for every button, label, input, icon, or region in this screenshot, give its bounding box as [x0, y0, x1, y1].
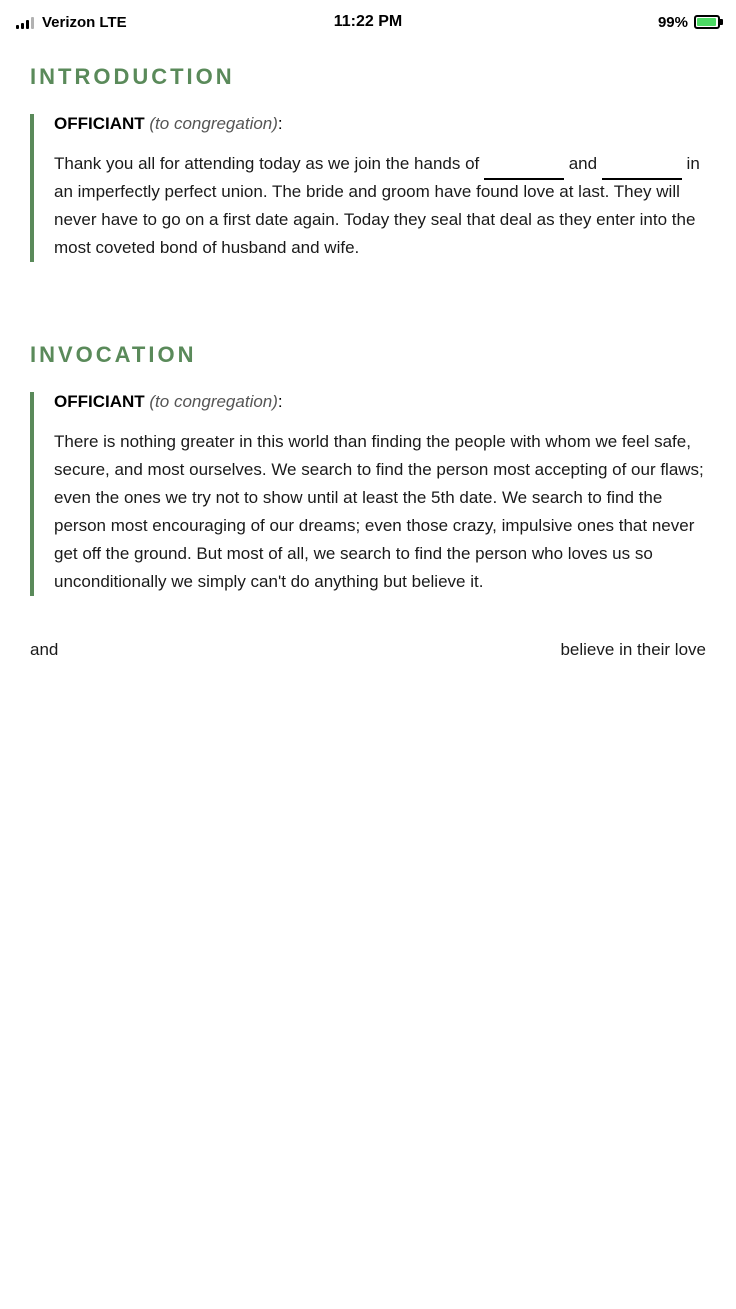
introduction-section: INTRODUCTION OFFICIANT (to congregation)…	[30, 64, 706, 262]
blank-name-2	[602, 150, 682, 180]
blank-name-1	[484, 150, 564, 180]
invocation-speech-block: OFFICIANT (to congregation): There is no…	[30, 392, 706, 596]
introduction-speaker-colon: :	[278, 114, 283, 133]
status-time: 11:22 PM	[334, 13, 402, 31]
invocation-speaker-direction: (to congregation)	[149, 392, 278, 411]
section-gap	[30, 292, 706, 342]
partial-right-text: believe in their love	[560, 636, 706, 664]
invocation-speaker-name: OFFICIANT	[54, 392, 145, 411]
invocation-speaker-label: OFFICIANT (to congregation):	[54, 392, 706, 412]
introduction-speaker-direction: (to congregation)	[149, 114, 278, 133]
partial-bottom-row: and believe in their love	[30, 626, 706, 664]
signal-icon	[16, 15, 34, 29]
battery-percentage: 99%	[658, 14, 688, 31]
introduction-heading: INTRODUCTION	[30, 64, 706, 90]
network-type: LTE	[99, 14, 126, 31]
carrier-name: Verizon	[42, 14, 95, 31]
main-content: INTRODUCTION OFFICIANT (to congregation)…	[0, 44, 736, 695]
introduction-speaker-label: OFFICIANT (to congregation):	[54, 114, 706, 134]
introduction-speech-block: OFFICIANT (to congregation): Thank you a…	[30, 114, 706, 262]
partial-left-text: and	[30, 636, 58, 664]
carrier-info: Verizon LTE	[16, 14, 127, 31]
introduction-speech-text: Thank you all for attending today as we …	[54, 150, 706, 262]
status-bar: Verizon LTE 11:22 PM 99%	[0, 0, 736, 44]
battery-info: 99%	[658, 14, 720, 31]
invocation-heading: INVOCATION	[30, 342, 706, 368]
introduction-speaker-name: OFFICIANT	[54, 114, 145, 133]
invocation-speaker-colon: :	[278, 392, 283, 411]
invocation-speech-text: There is nothing greater in this world t…	[54, 428, 706, 596]
invocation-section: INVOCATION OFFICIANT (to congregation): …	[30, 342, 706, 596]
battery-icon	[694, 15, 720, 29]
